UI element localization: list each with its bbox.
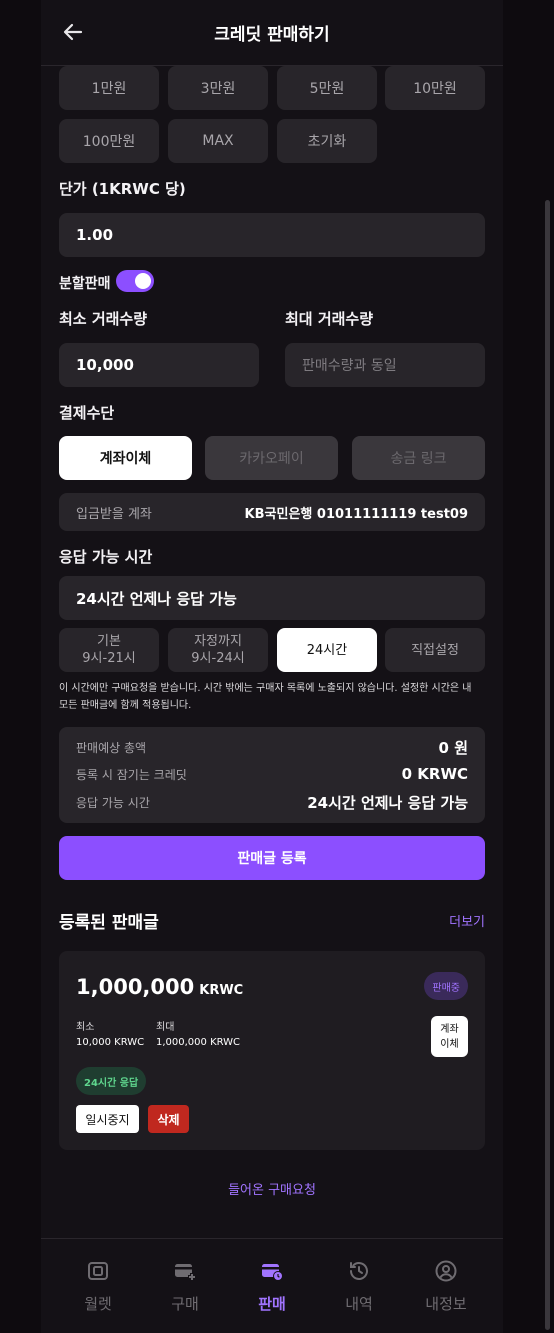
listings-title: 등록된 판매글 [59,913,159,933]
tab-label: 내역 [345,1295,373,1313]
tab-history[interactable]: 내역 [315,1239,403,1319]
deposit-account-row[interactable]: 입금받을 계좌 KB국민은행 01011111119 test09 [59,493,485,531]
time-option-midnight[interactable]: 자정까지 9시-24시 [168,628,268,672]
split-sale-toggle[interactable] [116,270,154,292]
amount-chip-max[interactable]: MAX [168,119,268,163]
response-time-note: 이 시간에만 구매요청을 받습니다. 시간 밖에는 구매자 목록에 노출되지 않… [59,680,485,714]
summary-total-label: 판매예상 총액 [76,741,147,755]
summary-total-value: 0 원 [438,739,468,757]
note-line: 모든 판매글에 함께 적용됩니다. [59,700,192,711]
summary-time-value: 24시간 언제나 응답 가능 [307,794,468,812]
tab-buy[interactable]: 구매 [141,1239,229,1319]
summary-locked-label: 등록 시 잠기는 크레딧 [76,767,187,782]
tab-label: 월렛 [84,1295,112,1313]
min-qty-label: 최소 거래수량 [59,310,148,328]
summary-time-label: 응답 가능 시간 [76,796,150,810]
time-option-label: 24시간 [306,642,348,658]
time-option-custom[interactable]: 직접설정 [385,628,485,672]
page-title: 크레딧 판매하기 [214,25,330,45]
summary-time-row: 응답 가능 시간 24시간 언제나 응답 가능 [76,792,468,813]
card-clock-icon [260,1259,284,1287]
amount-chip-10k[interactable]: 1만원 [59,66,159,110]
deposit-account-value: KB국민은행 01011111119 test09 [244,506,468,522]
time-option-label: 자정까지 [194,634,242,649]
amount-chip-30k[interactable]: 3만원 [168,66,268,110]
time-option-range: 9시-24시 [191,651,245,666]
payment-bank-transfer-button[interactable]: 계좌이체 [59,436,192,480]
listing-card[interactable]: 1,000,000 KRWC 판매중 최소 10,000 KRWC 최대 1,0… [59,951,485,1150]
max-qty-label: 최대 거래수량 [285,310,374,328]
tab-label: 구매 [171,1295,199,1313]
payment-kakaopay-button[interactable]: 카카오페이 [205,436,338,480]
listing-max-value: 1,000,000 KRWC [156,1037,241,1048]
summary-locked-value: 0 KRWC [401,765,468,783]
listing-min-value: 10,000 KRWC [76,1037,145,1048]
bottom-tab-bar: 월렛 구매 판매 내역 내정보 [41,1238,503,1333]
delete-button[interactable]: 삭제 [148,1105,189,1133]
response-time-badge: 24시간 응답 [76,1067,147,1095]
time-option-label: 기본 [97,634,121,649]
time-option-label: 직접설정 [411,642,459,658]
listing-unit: KRWC [199,983,244,998]
time-option-24h[interactable]: 24시간 [277,628,377,672]
time-option-range: 9시-21시 [82,651,136,666]
listing-min-label: 최소 [76,1022,95,1033]
tab-label: 내정보 [425,1295,467,1313]
listing-amount-line: 1,000,000 KRWC [76,975,243,999]
price-input[interactable]: 1.00 [59,213,485,257]
payment-transfer-link-button[interactable]: 송금 링크 [352,436,485,480]
register-listing-button[interactable]: 판매글 등록 [59,836,485,880]
payment-method-line: 이체 [440,1038,459,1050]
amount-chip-50k[interactable]: 5만원 [277,66,377,110]
listing-amount: 1,000,000 [76,975,195,999]
min-qty-input[interactable]: 10,000 [59,343,259,387]
pause-button[interactable]: 일시중지 [76,1105,139,1133]
amount-chip-reset[interactable]: 초기화 [277,119,377,163]
price-label: 단가 (1KRWC 당) [59,180,186,198]
user-icon [434,1259,458,1287]
tab-my-info[interactable]: 내정보 [402,1239,490,1319]
listing-max-label: 최대 [156,1022,175,1033]
toggle-knob [135,273,151,289]
tab-wallet[interactable]: 월렛 [54,1239,142,1319]
listings-more-link[interactable]: 더보기 [449,911,485,930]
deposit-account-label: 입금받을 계좌 [76,506,152,522]
max-qty-input[interactable]: 판매수량과 동일 [285,343,485,387]
payment-method-line: 계좌 [440,1023,459,1035]
note-line: 이 시간에만 구매요청을 받습니다. 시간 밖에는 구매자 목록에 노출되지 않… [59,683,472,694]
response-time-label: 응답 가능 시간 [59,548,153,566]
summary-locked-row: 등록 시 잠기는 크레딧 0 KRWC [76,765,468,783]
top-bar: 크레딧 판매하기 [41,0,503,66]
response-time-display: 24시간 언제나 응답 가능 [59,576,485,620]
split-sale-label: 분할판매 [59,276,111,292]
summary-total-row: 판매예상 총액 0 원 [76,737,468,758]
payment-method-badge: 계좌 이체 [431,1016,468,1057]
sale-summary-box: 판매예상 총액 0 원 등록 시 잠기는 크레딧 0 KRWC 응답 가능 시간… [59,727,485,823]
payment-label: 결제수단 [59,404,115,422]
app-screen: 크레딧 판매하기 1만원 3만원 5만원 10만원 100만원 MAX 초기화 … [41,0,503,1333]
incoming-requests-link[interactable]: 들어온 구매요청 [41,1179,503,1198]
amount-chip-1m[interactable]: 100만원 [59,119,159,163]
wallet-icon [86,1259,110,1287]
scrollbar[interactable] [545,200,550,1330]
tab-label: 판매 [258,1295,286,1313]
history-icon [347,1259,371,1287]
card-plus-icon [173,1259,197,1287]
time-option-default[interactable]: 기본 9시-21시 [59,628,159,672]
status-badge: 판매중 [424,972,468,1000]
tab-sell[interactable]: 판매 [228,1239,316,1319]
amount-chip-100k[interactable]: 10만원 [385,66,485,110]
